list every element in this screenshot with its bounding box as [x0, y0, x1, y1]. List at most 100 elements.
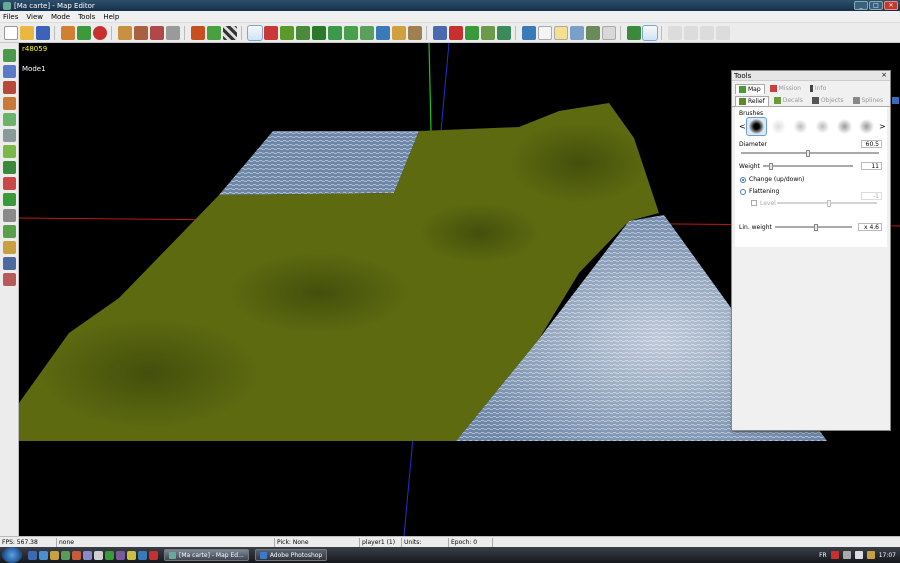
brush-round-icon[interactable]	[746, 117, 767, 136]
map-icon[interactable]	[570, 25, 584, 40]
lin-weight-value[interactable]: x 4.6	[858, 223, 882, 231]
diameter-value[interactable]: 60.5	[861, 140, 882, 148]
app-launch-1-icon[interactable]	[61, 550, 70, 560]
layer-grid-icon[interactable]	[3, 113, 16, 126]
network-icon[interactable]	[842, 551, 851, 559]
app-launch-9-icon[interactable]	[149, 550, 158, 560]
sand-icon[interactable]	[392, 25, 406, 40]
level-slider[interactable]	[777, 200, 877, 207]
language-indicator[interactable]: FR	[819, 552, 827, 559]
diameter-slider-thumb[interactable]	[805, 150, 810, 157]
brush-texture-icon[interactable]	[857, 118, 876, 135]
level-value[interactable]: -1	[861, 192, 882, 200]
show-desktop-icon[interactable]	[28, 550, 37, 560]
checker-icon[interactable]	[223, 25, 237, 40]
brush-soft-icon[interactable]	[769, 118, 788, 135]
menu-files[interactable]: Files	[3, 13, 18, 21]
document-icon[interactable]	[538, 25, 552, 40]
tray-misc-icon[interactable]	[866, 551, 875, 559]
panel-close-icon[interactable]: ×	[881, 71, 887, 79]
subtab-relief[interactable]: Relief	[735, 96, 769, 106]
bush-icon[interactable]	[465, 25, 479, 40]
layer-rocks-icon[interactable]	[3, 209, 16, 222]
fire-icon[interactable]	[449, 25, 463, 40]
camera-icon[interactable]	[150, 25, 164, 40]
layer-houses-icon[interactable]	[3, 273, 16, 286]
tab-map[interactable]: Map	[735, 84, 765, 94]
grid-icon[interactable]	[602, 25, 616, 40]
layer-forest-icon[interactable]	[3, 161, 16, 174]
hedge-icon[interactable]	[481, 25, 495, 40]
field-icon[interactable]	[344, 25, 358, 40]
save-icon[interactable]	[36, 25, 50, 40]
app-launch-8-icon[interactable]	[138, 550, 147, 560]
lin-weight-slider-thumb[interactable]	[813, 224, 818, 231]
maximize-button[interactable]: □	[869, 1, 883, 10]
lin-weight-slider[interactable]	[775, 224, 852, 231]
note-icon[interactable]	[554, 25, 568, 40]
new-file-icon[interactable]	[4, 25, 18, 40]
leaf-icon[interactable]	[497, 25, 511, 40]
change-radio[interactable]	[740, 177, 746, 183]
app-launch-6-icon[interactable]	[116, 550, 125, 560]
subtab-decals[interactable]: Decals	[770, 95, 807, 106]
grass-edit-icon[interactable]	[360, 25, 374, 40]
layer-water-icon[interactable]	[3, 65, 16, 78]
weight-value[interactable]: 11	[861, 162, 882, 170]
menu-tools[interactable]: Tools	[78, 13, 95, 21]
brush-tool-icon[interactable]	[296, 25, 310, 40]
layer-units-icon[interactable]	[3, 177, 16, 190]
water-icon[interactable]	[376, 25, 390, 40]
arrow-right-icon[interactable]	[522, 25, 536, 40]
app-launch-5-icon[interactable]	[105, 550, 114, 560]
layer-fields-icon[interactable]	[3, 225, 16, 238]
volume-icon[interactable]	[854, 551, 863, 559]
level-slider-thumb[interactable]	[827, 200, 831, 207]
layer-misc-icon[interactable]	[3, 257, 16, 270]
layer-sand-icon[interactable]	[3, 241, 16, 254]
road-icon[interactable]	[408, 25, 422, 40]
tray-app-icon[interactable]	[830, 551, 839, 559]
select-arrow-icon[interactable]	[247, 24, 263, 41]
disabled-tool-3-icon[interactable]	[700, 25, 714, 40]
weight-slider-thumb[interactable]	[769, 163, 774, 170]
tab-info[interactable]: Info	[806, 83, 830, 94]
layer-vegetation-icon[interactable]	[3, 145, 16, 158]
tab-mission[interactable]: Mission	[766, 83, 805, 94]
undo-icon[interactable]	[118, 25, 132, 40]
menu-help[interactable]: Help	[103, 13, 119, 21]
layer-buildings-icon[interactable]	[3, 81, 16, 94]
tools-icon[interactable]	[642, 24, 658, 41]
level-checkbox[interactable]	[751, 200, 757, 206]
task-photoshop[interactable]: Adobe Photoshop	[254, 549, 328, 561]
close-button[interactable]: ✕	[884, 1, 898, 10]
subtab-splines[interactable]: Splines	[849, 95, 888, 106]
hand-icon[interactable]	[166, 25, 180, 40]
brush-scatter-icon[interactable]	[791, 118, 810, 135]
open-folder-icon[interactable]	[20, 25, 34, 40]
layer-roads-icon[interactable]	[3, 129, 16, 142]
layer-terrain-icon[interactable]	[3, 49, 16, 62]
minimize-button[interactable]: _	[854, 1, 868, 10]
menu-view[interactable]: View	[26, 13, 43, 21]
layer-plants-icon[interactable]	[3, 193, 16, 206]
bug-icon[interactable]	[586, 25, 600, 40]
task-map-editor[interactable]: [Ma carte] - Map Ed...	[164, 549, 249, 561]
no-entry-icon[interactable]	[93, 25, 107, 40]
explorer-icon[interactable]	[50, 550, 59, 560]
forest-icon[interactable]	[312, 25, 326, 40]
import-icon[interactable]	[61, 25, 75, 40]
globe-icon[interactable]	[77, 25, 91, 40]
start-button[interactable]	[2, 547, 22, 563]
weight-slider[interactable]	[763, 163, 853, 170]
layer-objects-icon[interactable]	[3, 97, 16, 110]
disabled-tool-1-icon[interactable]	[668, 25, 682, 40]
tree-icon[interactable]	[280, 25, 294, 40]
disabled-tool-4-icon[interactable]	[716, 25, 730, 40]
unit-icon[interactable]	[264, 25, 278, 40]
grass-icon[interactable]	[207, 25, 221, 40]
terrain-color-icon[interactable]	[191, 25, 205, 40]
disabled-tool-2-icon[interactable]	[684, 25, 698, 40]
app-launch-7-icon[interactable]	[127, 550, 136, 560]
app-launch-2-icon[interactable]	[72, 550, 81, 560]
